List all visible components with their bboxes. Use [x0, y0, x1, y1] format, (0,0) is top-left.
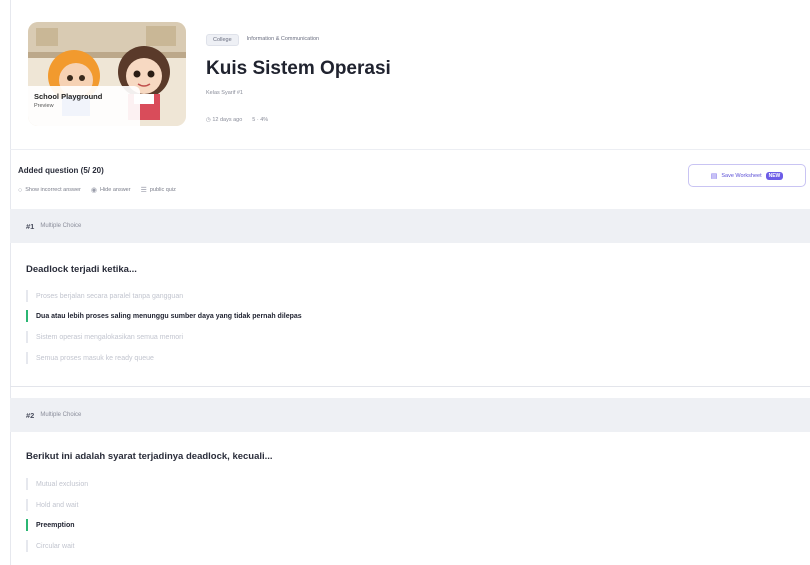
quiz-header: School Playground Preview College Inform… [10, 0, 810, 150]
public-quiz-toggle[interactable]: ☰ public quiz [141, 186, 176, 194]
quiz-title: Kuis Sistem Operasi [206, 58, 391, 79]
answer-option: Hold and wait [26, 498, 78, 512]
question-type: Multiple Choice [40, 223, 82, 229]
answer-option: Mutual exclusion [26, 477, 88, 491]
plays-meta: 5 · 4% [252, 117, 269, 123]
option-text: Dua atau lebih proses saling menunggu su… [36, 312, 302, 320]
option-text: Hold and wait [36, 501, 79, 509]
option-text: Preemption [36, 521, 75, 529]
question-number: #2 [26, 410, 35, 420]
toggle-label: Show incorrect answer [25, 187, 81, 193]
thumbnail-subtitle: Preview [34, 103, 54, 109]
correct-indicator [26, 519, 28, 531]
save-worksheet-label: Save Worksheet [721, 172, 762, 179]
answer-option: Semua proses masuk ke ready queue [26, 351, 154, 365]
quiz-tags: College Information & Communication [206, 34, 325, 46]
level-tag[interactable]: College [206, 34, 239, 46]
thumbnail-title: School Playground [34, 92, 103, 101]
circle-toggle-icon: ○ [18, 186, 23, 194]
option-indicator [26, 290, 28, 302]
new-badge: NEW [765, 171, 784, 180]
option-text: Circular wait [36, 542, 75, 550]
document-icon: ▤ [710, 172, 718, 180]
question-header: #2 Multiple Choice [10, 398, 810, 432]
question-text: Berikut ini adalah syarat terjadinya dea… [26, 451, 273, 462]
show-incorrect-toggle[interactable]: ○ Show incorrect answer [18, 187, 81, 194]
answer-option: Circular wait [26, 539, 75, 553]
time-meta: ◷ 12 days ago [206, 117, 242, 123]
time-label: 12 days ago [212, 117, 243, 123]
question-type: Multiple Choice [40, 412, 82, 418]
answer-option-correct: Preemption [26, 518, 75, 532]
toggle-label: public quiz [149, 187, 176, 193]
question-card: #2 Multiple Choice Berikut ini adalah sy… [10, 398, 810, 565]
answer-option: Sistem operasi mengalokasikan semua memo… [26, 330, 183, 344]
subject-tag[interactable]: Information & Communication [245, 34, 325, 46]
option-indicator [26, 478, 28, 490]
quiz-grade: Kelas Syarif #1 [206, 90, 243, 96]
option-text: Sistem operasi mengalokasikan semua memo… [36, 333, 184, 341]
question-card: #1 Multiple Choice Deadlock terjadi keti… [10, 209, 810, 387]
question-header: #1 Multiple Choice [10, 209, 810, 243]
quiz-meta: ◷ 12 days ago 5 · 4% [206, 117, 268, 123]
eye-icon: ◉ [90, 187, 97, 194]
correct-indicator [26, 310, 28, 322]
option-text: Mutual exclusion [36, 480, 89, 488]
option-indicator [26, 352, 28, 364]
option-text: Semua proses masuk ke ready queue [36, 354, 154, 362]
toggle-label: Hide answer [99, 187, 131, 193]
quiz-thumbnail[interactable]: School Playground Preview [28, 22, 186, 126]
answer-option-correct: Dua atau lebih proses saling menunggu su… [26, 309, 302, 323]
answer-option: Proses berjalan secara paralel tanpa gan… [26, 289, 183, 303]
added-question-count: Added question (5/ 20) [18, 166, 104, 175]
option-text: Proses berjalan secara paralel tanpa gan… [36, 292, 184, 300]
hide-answer-toggle[interactable]: ◉ Hide answer [91, 186, 131, 194]
list-icon: ☰ [140, 187, 147, 194]
view-toggles: ○ Show incorrect answer ◉ Hide answer ☰ … [18, 186, 176, 195]
option-indicator [26, 331, 28, 343]
save-worksheet-button[interactable]: ▤ Save Worksheet NEW [688, 164, 806, 187]
option-indicator [26, 499, 28, 511]
thumbnail-caption: School Playground Preview [28, 86, 140, 126]
option-indicator [26, 540, 28, 552]
question-number: #1 [26, 221, 35, 231]
question-text: Deadlock terjadi ketika... [26, 264, 137, 275]
